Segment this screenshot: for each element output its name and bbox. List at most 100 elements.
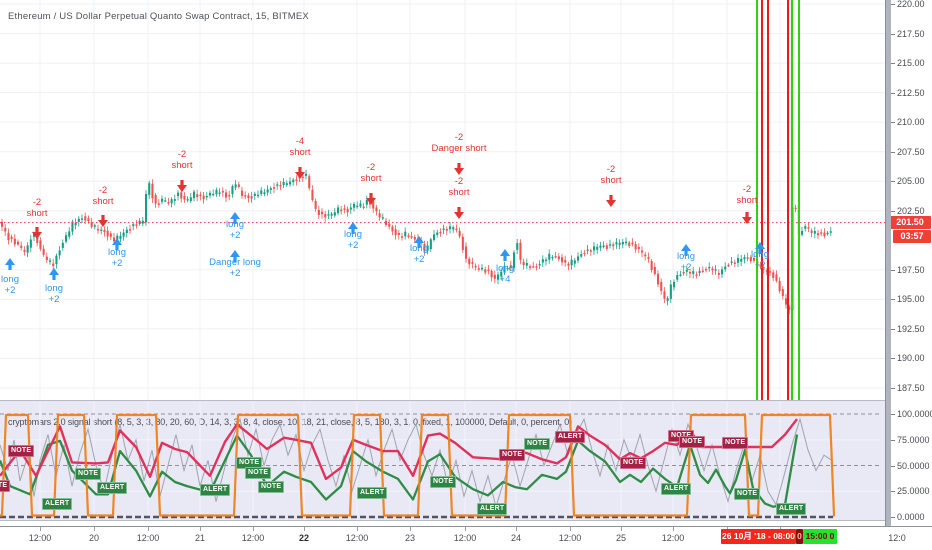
candle-body bbox=[423, 243, 426, 252]
candle-body bbox=[170, 199, 173, 204]
indicator-tick-mark bbox=[891, 491, 895, 492]
candle-body bbox=[359, 203, 362, 207]
indicator-canvas[interactable] bbox=[0, 401, 885, 520]
price-tick-label: 207.50 bbox=[897, 147, 925, 157]
candle-body bbox=[826, 232, 829, 235]
candle-body bbox=[487, 269, 490, 272]
candle-body bbox=[317, 209, 320, 216]
candle-body bbox=[369, 199, 372, 205]
candle-body bbox=[602, 245, 605, 247]
candle-body bbox=[484, 269, 487, 273]
candle-body bbox=[468, 258, 471, 265]
price-tick-mark bbox=[891, 388, 895, 389]
candle-body bbox=[516, 243, 519, 250]
candle-body bbox=[247, 195, 250, 199]
price-tick-mark bbox=[891, 34, 895, 35]
time-tick-mark bbox=[673, 527, 674, 531]
candle-body bbox=[209, 192, 212, 196]
candle-body bbox=[97, 229, 100, 231]
candle-body bbox=[794, 207, 797, 210]
candle-body bbox=[689, 272, 692, 274]
candle-body bbox=[157, 203, 160, 205]
candle-body bbox=[205, 195, 208, 198]
indicator-tick-mark bbox=[891, 440, 895, 441]
candle-body bbox=[183, 195, 186, 200]
candle-body bbox=[497, 274, 500, 280]
candle-body bbox=[644, 254, 647, 257]
candle-body bbox=[93, 225, 96, 227]
candle-body bbox=[669, 284, 672, 299]
price-tick-label: 190.00 bbox=[897, 353, 925, 363]
candle-body bbox=[148, 183, 151, 195]
time-tick-label: 12:00 bbox=[661, 533, 685, 543]
candle-body bbox=[257, 194, 260, 197]
candle-body bbox=[321, 211, 324, 215]
last-price-badge: 201.50 bbox=[889, 216, 931, 229]
candle-body bbox=[573, 260, 576, 264]
candle-body bbox=[397, 233, 400, 235]
price-chart-pane[interactable]: Ethereum / US Dollar Perpetual Quanto Sw… bbox=[0, 0, 885, 400]
price-axis[interactable]: 220.00 217.50 215.00 212.50 210.00 207.50 205.… bbox=[885, 0, 932, 526]
time-tick-label: 12:00 bbox=[453, 533, 477, 543]
candle-body bbox=[237, 184, 240, 187]
candle-body bbox=[308, 176, 311, 189]
candle-body bbox=[452, 227, 455, 230]
time-tick-label: 24 bbox=[510, 533, 522, 543]
candle-body bbox=[129, 229, 132, 231]
time-axis[interactable]: 12:00 20 12:00 21 12:00 22 12:00 23 12:00 24 12:00… bbox=[0, 526, 932, 550]
time-tick-label: 22 bbox=[298, 533, 310, 543]
event-time-badge-red: 26 10月 '18 - 08:00 bbox=[721, 529, 796, 544]
candle-body bbox=[650, 260, 653, 270]
candle-body bbox=[532, 266, 535, 268]
candle-body bbox=[564, 259, 567, 263]
candle-body bbox=[535, 266, 538, 268]
candle-body bbox=[724, 266, 727, 270]
candle-body bbox=[733, 262, 736, 264]
time-tick-label: 21 bbox=[194, 533, 206, 543]
candle-body bbox=[87, 218, 90, 222]
indicator-tick-label: 75.0000 bbox=[897, 435, 930, 445]
price-axis-scrollbar[interactable] bbox=[885, 0, 891, 526]
candle-body bbox=[314, 200, 317, 209]
time-tick-label: 20 bbox=[88, 533, 100, 543]
pane-separator[interactable] bbox=[0, 400, 885, 401]
price-tick-label: 220.00 bbox=[897, 0, 925, 9]
candle-body bbox=[775, 274, 778, 281]
candle-body bbox=[740, 258, 743, 262]
candle-body bbox=[10, 236, 13, 239]
candle-body bbox=[727, 264, 730, 267]
trading-chart-window: Ethereum / US Dollar Perpetual Quanto Sw… bbox=[0, 0, 932, 550]
candle-body bbox=[282, 181, 285, 186]
candle-body bbox=[381, 217, 384, 219]
candle-body bbox=[781, 289, 784, 297]
candle-body bbox=[711, 268, 714, 271]
candle-body bbox=[641, 250, 644, 253]
price-tick-mark bbox=[891, 270, 895, 271]
candle-body bbox=[173, 199, 176, 201]
time-tick-label: 12:00 bbox=[241, 533, 265, 543]
candle-body bbox=[481, 267, 484, 270]
candle-body bbox=[810, 230, 813, 233]
candle-body bbox=[196, 194, 199, 198]
candle-body bbox=[490, 270, 493, 278]
candle-body bbox=[618, 242, 621, 245]
candle-body bbox=[362, 206, 365, 208]
indicator-tick-mark bbox=[891, 517, 895, 518]
candle-body bbox=[260, 190, 263, 195]
candle-body bbox=[234, 184, 237, 188]
candle-body bbox=[471, 262, 474, 264]
candle-body bbox=[753, 258, 756, 261]
candle-body bbox=[45, 256, 48, 261]
candle-body bbox=[23, 249, 26, 252]
price-chart-canvas[interactable] bbox=[0, 0, 885, 400]
indicator-tick-label: 100.0000 bbox=[897, 409, 932, 419]
time-tick-mark bbox=[357, 527, 358, 531]
candle-body bbox=[151, 183, 154, 199]
time-tick-mark bbox=[200, 527, 201, 531]
candle-body bbox=[394, 229, 397, 236]
time-tick-label: 12:00 bbox=[558, 533, 582, 543]
time-tick-mark bbox=[148, 527, 149, 531]
price-tick-label: 192.50 bbox=[897, 324, 925, 334]
candle-body bbox=[154, 194, 157, 204]
price-tick-mark bbox=[891, 152, 895, 153]
